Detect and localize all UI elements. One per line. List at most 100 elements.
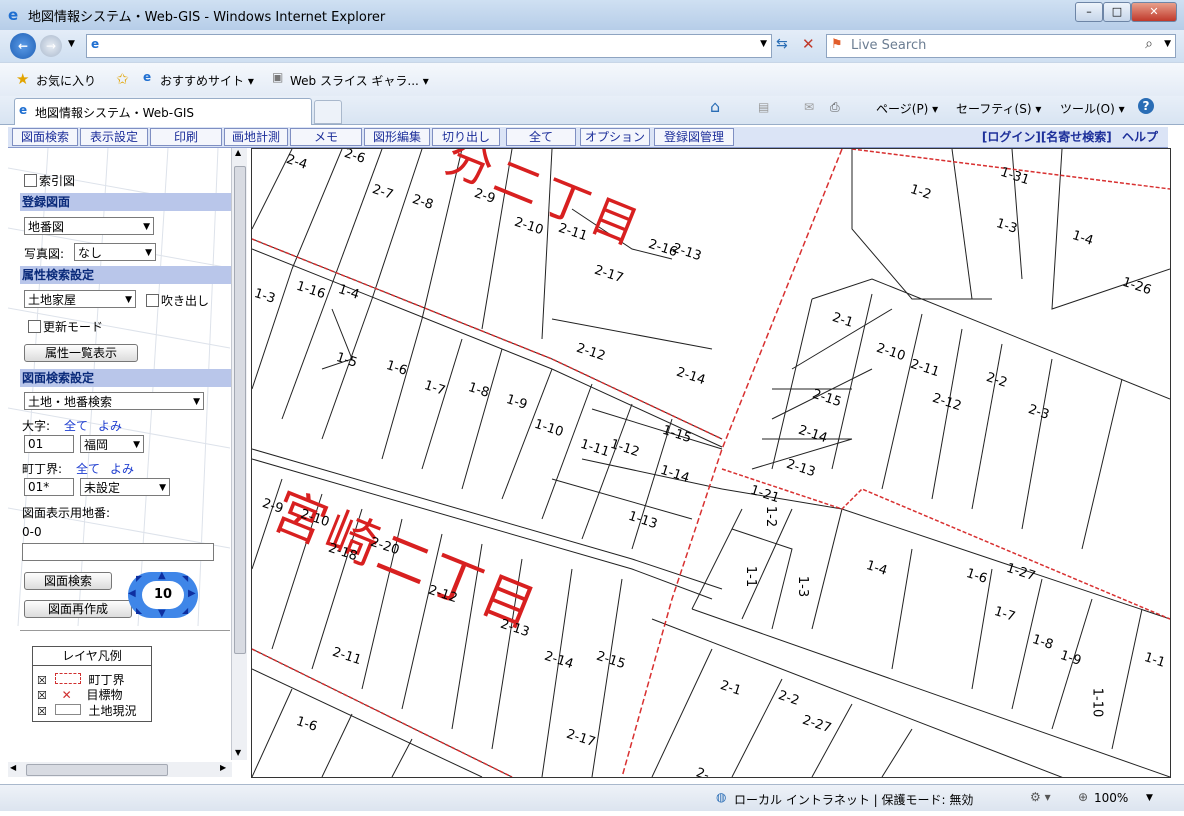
zoom-level-text[interactable]: 100% — [1094, 791, 1128, 805]
search-type-select[interactable]: 土地・地番検索 ▼ — [24, 392, 204, 410]
hscroll-thumb[interactable] — [26, 764, 168, 776]
lot-number-input[interactable] — [22, 543, 214, 561]
scroll-thumb[interactable] — [234, 166, 246, 654]
refresh-icon[interactable]: ⇆ — [776, 36, 788, 52]
menu-registered-maps[interactable]: 登録図管理 — [654, 128, 734, 146]
menu-options[interactable]: オプション — [580, 128, 650, 146]
protected-mode-icon[interactable]: ⚙ ▾ — [1030, 790, 1051, 804]
home-icon[interactable]: ⌂ — [710, 97, 720, 116]
map-type-select[interactable]: 地番図 ▼ — [24, 217, 154, 235]
sidebar-vertical-scrollbar[interactable]: ▲ ▼ — [231, 148, 247, 760]
dashed-boundary-icon — [54, 673, 81, 684]
pan-right-icon[interactable]: ▶ — [188, 588, 196, 599]
scroll-up-icon[interactable]: ▲ — [235, 148, 241, 157]
new-tab-button[interactable] — [314, 100, 342, 124]
favorites-star-icon: ★ — [16, 70, 30, 88]
chevron-down-icon: ▼ — [145, 248, 152, 258]
menu-map-search[interactable]: 図面検索 — [12, 128, 78, 146]
chevron-down-icon: ▼ — [143, 222, 150, 232]
back-button[interactable]: ← — [10, 33, 36, 59]
photo-map-select[interactable]: なし ▼ — [74, 243, 156, 261]
map-search-button[interactable]: 図面検索 — [24, 572, 112, 590]
legend-checkbox[interactable]: ☒ — [37, 689, 47, 702]
chome-all-link[interactable]: 全て — [76, 460, 100, 477]
intranet-globe-icon: ◍ — [716, 790, 727, 804]
safety-menu[interactable]: セーフティ(S) ▾ — [956, 100, 1041, 117]
pan-left-icon[interactable]: ◀ — [128, 588, 136, 599]
help-link[interactable]: ヘルプ — [1122, 130, 1158, 144]
scroll-right-icon[interactable]: ▶ — [220, 763, 226, 772]
cadastral-map[interactable] — [252, 149, 1170, 777]
name-search-link[interactable]: [名寄せ検索] — [1041, 130, 1112, 144]
menu-shape-edit[interactable]: 図形編集 — [364, 128, 430, 146]
window-titlebar: e 地図情報システム・Web-GIS - Windows Internet Ex… — [0, 0, 1184, 31]
menu-display-settings[interactable]: 表示設定 — [80, 128, 148, 146]
update-mode-checkbox[interactable] — [28, 320, 41, 333]
menu-lot-measure[interactable]: 画地計測 — [224, 128, 288, 146]
menu-print[interactable]: 印刷 — [150, 128, 222, 146]
scroll-down-icon[interactable]: ▼ — [235, 748, 241, 757]
pan-down-icon[interactable]: ▼ — [158, 608, 166, 619]
attribute-select[interactable]: 土地家屋 ▼ — [24, 290, 136, 308]
add-favorites-icon[interactable]: ✩ — [116, 70, 129, 88]
tab-webgis[interactable]: e 地図情報システム・Web-GIS — [14, 98, 312, 125]
zoom-magnifier-icon[interactable]: ⊕ — [1078, 790, 1088, 804]
search-options-icon[interactable]: ▼ — [1164, 39, 1171, 49]
tools-menu[interactable]: ツール(O) ▾ — [1060, 100, 1125, 117]
mail-icon[interactable]: ✉ — [804, 100, 814, 114]
zoom-level-badge: 10 — [142, 581, 184, 609]
minimize-button[interactable]: – — [1075, 2, 1103, 22]
cross-marker-icon: ✕ — [61, 688, 72, 702]
address-dropdown-icon[interactable]: ▼ — [760, 39, 767, 49]
maximize-button[interactable]: □ — [1103, 2, 1131, 22]
menu-clip[interactable]: 切り出し — [432, 128, 500, 146]
close-button[interactable]: ✕ — [1131, 2, 1177, 22]
web-slice-icon: ▣ — [272, 70, 284, 84]
map-canvas[interactable]: 宮崎二丁目 分二丁目 2-4 2-6 2-7 2-8 2-9 2-10 2-11 2-16 2-… — [251, 148, 1171, 778]
oaza-value: 福岡 — [84, 438, 109, 452]
oaza-code-input[interactable]: 01 — [24, 435, 74, 453]
history-dropdown-icon[interactable]: ▼ — [68, 39, 75, 49]
pan-up-icon[interactable]: ▲ — [158, 570, 166, 581]
map-type-value: 地番図 — [28, 220, 65, 234]
oaza-all-link[interactable]: 全て — [64, 417, 88, 434]
forward-button[interactable]: → — [40, 35, 62, 57]
menu-all[interactable]: 全て — [506, 128, 576, 146]
print-icon[interactable]: ⎙ — [830, 100, 840, 115]
menu-memo[interactable]: メモ — [290, 128, 362, 146]
pan-down-right-icon[interactable]: ◢ — [182, 606, 188, 615]
display-lot-value: 0-0 — [22, 525, 42, 539]
scroll-left-icon[interactable]: ◀ — [10, 763, 16, 772]
index-map-checkbox[interactable] — [24, 174, 37, 187]
zoom-dropdown-icon[interactable]: ▼ — [1146, 793, 1153, 803]
live-search-field[interactable]: ⚑ Live Search ⌕ ▼ — [826, 34, 1176, 58]
oaza-yomi-link[interactable]: よみ — [98, 417, 122, 434]
map-regenerate-button[interactable]: 図面再作成 — [24, 600, 132, 618]
oaza-select[interactable]: 福岡 ▼ — [80, 435, 144, 453]
legend-checkbox[interactable]: ☒ — [37, 705, 47, 718]
attribute-search-header: 属性検索設定 — [20, 266, 232, 284]
chome-code-input[interactable]: 01* — [24, 478, 74, 496]
attribute-list-button[interactable]: 属性一覧表示 — [24, 344, 138, 362]
suggested-sites-link[interactable]: おすすめサイト ▾ — [160, 72, 254, 89]
pan-up-left-icon[interactable]: ◤ — [136, 574, 142, 583]
security-zone-text: ローカル イントラネット | 保護モード: 無効 — [734, 793, 974, 807]
search-icon[interactable]: ⌕ — [1145, 36, 1153, 52]
zoom-pad[interactable]: 10 ▲ ▼ ◀ ▶ ◤ ◥ ◣ ◢ — [128, 570, 198, 619]
layer-legend: レイヤ凡例 ☒ 町丁界 ☒ ✕ 目標物 ☒ 土地現況 — [32, 646, 152, 722]
help-icon[interactable]: ? — [1138, 98, 1154, 114]
web-slice-gallery-link[interactable]: Web スライス ギャラ... ▾ — [290, 72, 429, 89]
balloon-checkbox[interactable] — [146, 294, 159, 307]
chome-yomi-link[interactable]: よみ — [110, 460, 134, 477]
pan-up-right-icon[interactable]: ◥ — [182, 574, 188, 583]
sidebar-horizontal-scrollbar[interactable]: ◀ ▶ — [8, 762, 232, 777]
page-menu[interactable]: ページ(P) ▾ — [876, 100, 938, 117]
pan-down-left-icon[interactable]: ◣ — [136, 606, 142, 615]
favorites-button[interactable]: お気に入り — [36, 72, 96, 89]
login-link[interactable]: [ログイン] — [982, 130, 1041, 144]
address-bar[interactable]: e ▼ — [86, 34, 772, 58]
chome-select[interactable]: 未設定 ▼ — [80, 478, 170, 496]
feeds-icon[interactable]: ▤ — [758, 100, 769, 114]
stop-icon[interactable]: ✕ — [802, 35, 815, 53]
chome-label: 町丁界: — [22, 462, 63, 476]
